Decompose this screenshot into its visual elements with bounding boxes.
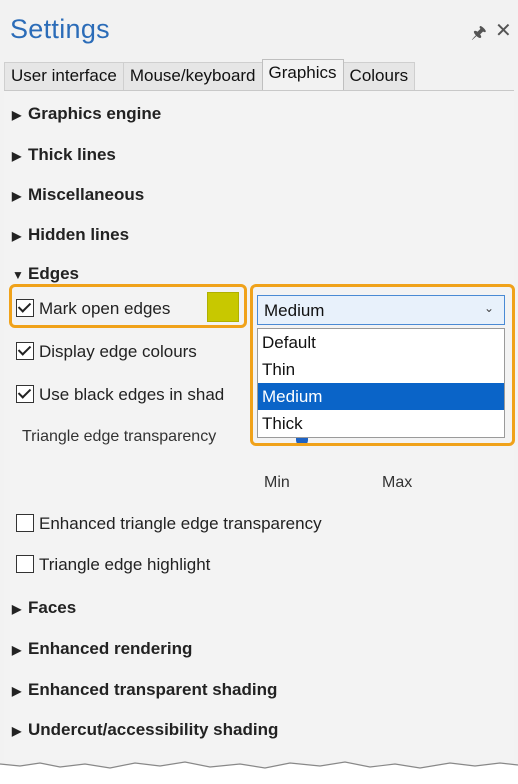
checkbox-label: Display edge colours	[39, 342, 197, 361]
expand-arrow-icon: ▶	[12, 724, 22, 738]
section-label: Edges	[28, 264, 80, 283]
triangle-edge-highlight-checkbox[interactable]: Triangle edge highlight	[16, 555, 210, 575]
edge-color-swatch[interactable]	[207, 292, 239, 322]
checkbox-label: Mark open edges	[39, 299, 171, 318]
tab-colours[interactable]: Colours	[342, 62, 416, 90]
expand-arrow-icon: ▶	[12, 149, 22, 163]
expand-arrow-icon: ▶	[12, 643, 22, 657]
chevron-down-icon: ⌄	[483, 301, 494, 315]
section-miscellaneous[interactable]: ▶ Miscellaneous	[12, 185, 144, 205]
tab-user-interface[interactable]: User interface	[4, 62, 124, 90]
section-label: Hidden lines	[28, 225, 130, 244]
pin-icon[interactable]: 🖈	[471, 20, 487, 49]
expand-arrow-icon: ▶	[12, 229, 22, 243]
expand-arrow-icon: ▶	[12, 189, 22, 203]
tab-graphics[interactable]: Graphics	[261, 59, 344, 93]
checkbox-unchecked-icon	[16, 555, 34, 573]
expand-arrow-icon: ▶	[12, 684, 22, 698]
checkbox-checked-icon	[16, 342, 34, 360]
tab-bar: User interface Mouse/keyboard Graphics C…	[4, 59, 416, 93]
section-hidden-lines[interactable]: ▶ Hidden lines	[12, 225, 129, 245]
section-faces[interactable]: ▶ Faces	[12, 598, 76, 618]
tab-mouse-keyboard[interactable]: Mouse/keyboard	[122, 62, 263, 90]
section-edges[interactable]: ▼ Edges	[12, 264, 79, 284]
expand-arrow-icon: ▶	[12, 108, 22, 122]
checkbox-checked-icon	[16, 299, 34, 317]
edge-thickness-dropdown[interactable]: Medium ⌄	[257, 295, 505, 325]
slider-max-label: Max	[382, 474, 413, 491]
section-label: Faces	[28, 598, 77, 617]
section-label: Miscellaneous	[28, 185, 145, 204]
section-label: Thick lines	[28, 145, 116, 164]
checkbox-checked-icon	[16, 385, 34, 403]
dropdown-selected-value: Medium	[264, 301, 325, 320]
dropdown-option-medium[interactable]: Medium	[258, 383, 504, 410]
checkbox-label: Triangle edge highlight	[39, 555, 211, 574]
dropdown-list: Default Thin Medium Thick	[257, 328, 505, 438]
section-label: Undercut/accessibility shading	[28, 720, 279, 739]
section-enhanced-transparent-shading[interactable]: ▶ Enhanced transparent shading	[12, 680, 277, 700]
checkbox-label: Use black edges in shad	[39, 385, 225, 404]
enhanced-triangle-transparency-checkbox[interactable]: Enhanced triangle edge transparency	[16, 514, 322, 534]
section-label: Enhanced rendering	[28, 639, 193, 658]
close-icon[interactable]: ✕	[495, 18, 512, 43]
torn-edge-decoration	[0, 760, 518, 784]
mark-open-edges-checkbox[interactable]: Mark open edges	[16, 299, 170, 319]
dropdown-option-default[interactable]: Default	[258, 329, 504, 356]
dropdown-option-thin[interactable]: Thin	[258, 356, 504, 383]
section-thick-lines[interactable]: ▶ Thick lines	[12, 145, 116, 165]
checkbox-label: Enhanced triangle edge transparency	[39, 514, 322, 533]
triangle-edge-transparency-label: Triangle edge transparency	[22, 428, 217, 445]
settings-panel: Settings 🖈 ✕ User interface Mouse/keyboa…	[0, 0, 518, 784]
dropdown-option-thick[interactable]: Thick	[258, 410, 504, 437]
expand-arrow-icon: ▶	[12, 602, 22, 616]
section-undercut-accessibility-shading[interactable]: ▶ Undercut/accessibility shading	[12, 720, 278, 740]
section-label: Graphics engine	[28, 104, 162, 123]
section-label: Enhanced transparent shading	[28, 680, 278, 699]
collapse-arrow-icon: ▼	[12, 268, 24, 282]
display-edge-colours-checkbox[interactable]: Display edge colours	[16, 342, 197, 362]
panel-title: Settings	[10, 14, 110, 44]
section-graphics-engine[interactable]: ▶ Graphics engine	[12, 104, 161, 124]
use-black-edges-checkbox[interactable]: Use black edges in shad	[16, 385, 224, 405]
checkbox-unchecked-icon	[16, 514, 34, 532]
section-enhanced-rendering[interactable]: ▶ Enhanced rendering	[12, 639, 192, 659]
slider-min-label: Min	[264, 474, 290, 491]
